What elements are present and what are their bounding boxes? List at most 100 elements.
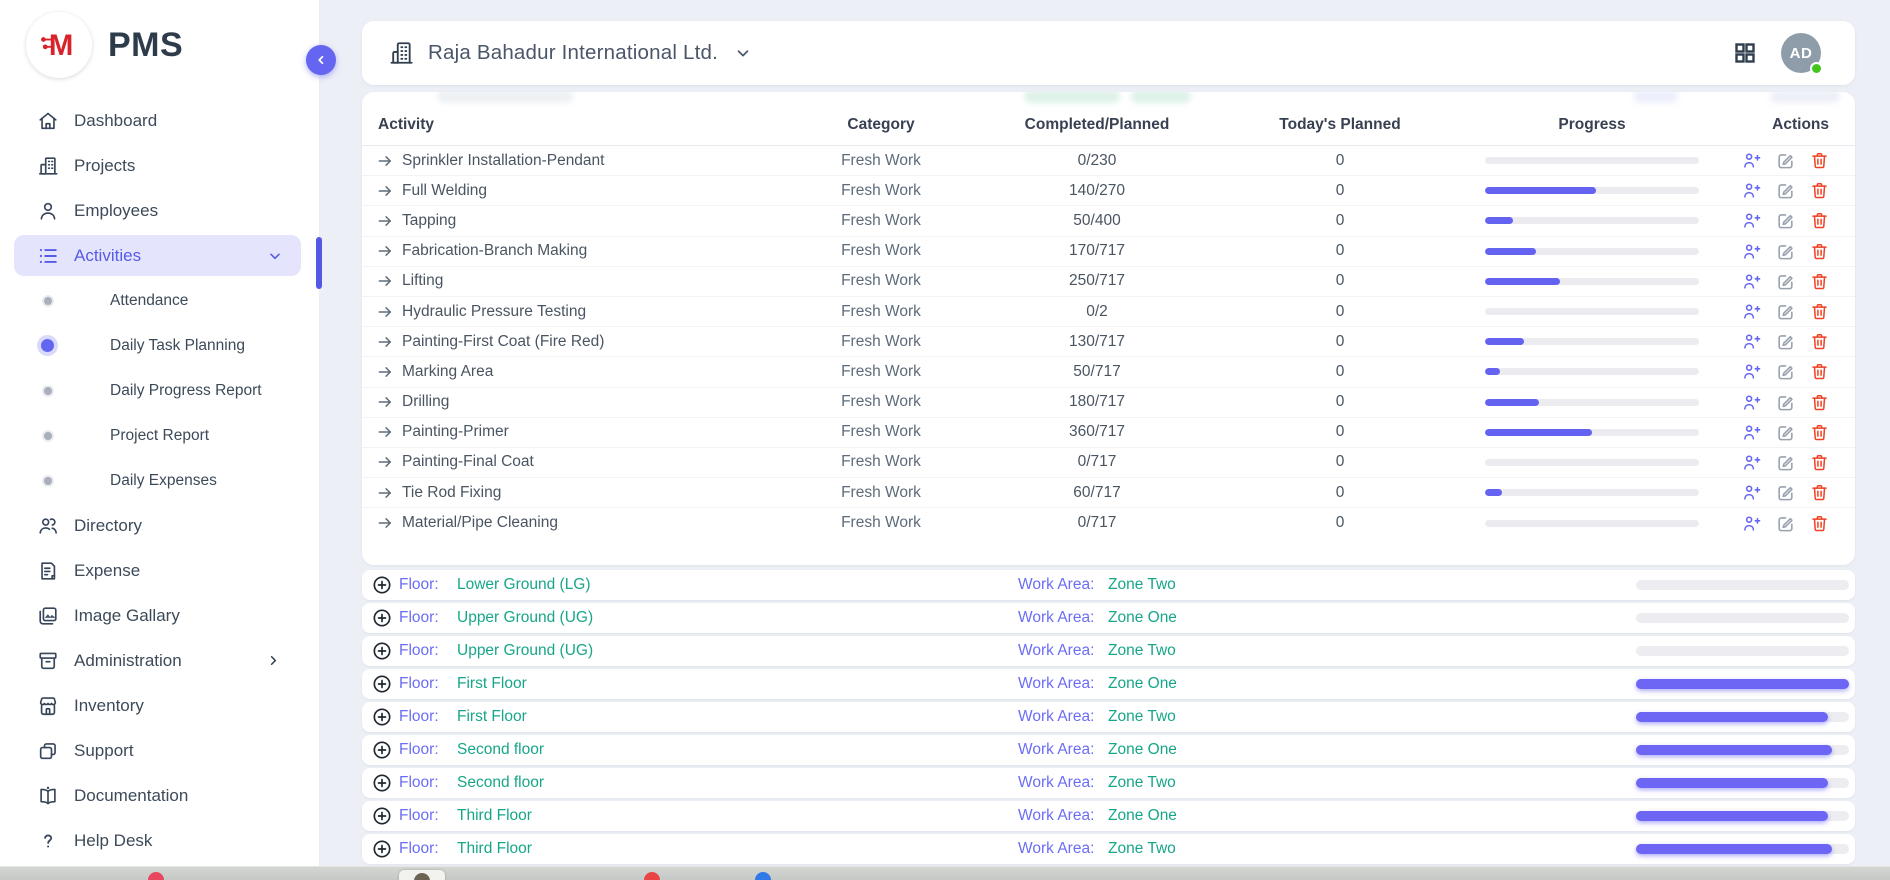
delete-icon[interactable] bbox=[1810, 393, 1829, 412]
edit-icon[interactable] bbox=[1776, 483, 1795, 502]
table-row: Tapping Fresh Work 50/400 0 bbox=[362, 206, 1855, 236]
todays-planned-cell: 0 bbox=[1206, 303, 1474, 321]
sidebar-item-support[interactable]: Support bbox=[0, 728, 319, 773]
sidebar-item-activities[interactable]: Activities bbox=[14, 235, 301, 276]
edit-icon[interactable] bbox=[1776, 272, 1795, 291]
edit-icon[interactable] bbox=[1776, 181, 1795, 200]
table-row: Fabrication-Branch Making Fresh Work 170… bbox=[362, 237, 1855, 267]
todays-planned-cell: 0 bbox=[1206, 242, 1474, 260]
edit-icon[interactable] bbox=[1776, 211, 1795, 230]
delete-icon[interactable] bbox=[1810, 423, 1829, 442]
sidebar-item-label: Support bbox=[74, 741, 134, 761]
dock-app-icon[interactable] bbox=[414, 873, 430, 880]
assign-user-icon[interactable] bbox=[1742, 362, 1761, 381]
delete-icon[interactable] bbox=[1810, 362, 1829, 381]
sidebar-subitem-project-report[interactable]: Project Report bbox=[0, 413, 319, 458]
todays-planned-cell: 0 bbox=[1206, 363, 1474, 381]
edit-icon[interactable] bbox=[1776, 332, 1795, 351]
assign-user-icon[interactable] bbox=[1742, 332, 1761, 351]
edit-icon[interactable] bbox=[1776, 362, 1795, 381]
topbar: Raja Bahadur International Ltd. AD bbox=[362, 21, 1855, 85]
delete-icon[interactable] bbox=[1810, 332, 1829, 351]
work-area-zone: Zone One bbox=[1108, 609, 1177, 627]
assign-user-icon[interactable] bbox=[1742, 393, 1761, 412]
floor-row: Floor: Third Floor Work Area: Zone Two bbox=[362, 834, 1855, 864]
edit-icon[interactable] bbox=[1776, 151, 1795, 170]
sidebar-item-dashboard[interactable]: Dashboard bbox=[0, 98, 319, 143]
delete-icon[interactable] bbox=[1810, 242, 1829, 261]
column-header-progress: Progress bbox=[1474, 116, 1710, 134]
book-icon bbox=[36, 784, 59, 807]
dock-dot-red-2[interactable] bbox=[644, 872, 660, 880]
progress-bar bbox=[1485, 429, 1699, 436]
assign-user-icon[interactable] bbox=[1742, 483, 1761, 502]
sidebar-item-inventory[interactable]: Inventory bbox=[0, 683, 319, 728]
assign-user-icon[interactable] bbox=[1742, 302, 1761, 321]
assign-user-icon[interactable] bbox=[1742, 272, 1761, 291]
sidebar-collapse-button[interactable] bbox=[306, 45, 336, 75]
receipt-icon bbox=[36, 559, 59, 582]
apps-grid-icon[interactable] bbox=[1733, 41, 1757, 65]
question-icon bbox=[36, 829, 59, 852]
edit-icon[interactable] bbox=[1776, 393, 1795, 412]
category-cell: Fresh Work bbox=[774, 514, 988, 532]
delete-icon[interactable] bbox=[1810, 181, 1829, 200]
delete-icon[interactable] bbox=[1810, 211, 1829, 230]
assign-user-icon[interactable] bbox=[1742, 453, 1761, 472]
sidebar-subitem-daily-task-planning[interactable]: Daily Task Planning bbox=[0, 323, 319, 368]
expand-plus-icon[interactable] bbox=[372, 707, 392, 727]
expand-plus-icon[interactable] bbox=[372, 773, 392, 793]
delete-icon[interactable] bbox=[1810, 514, 1829, 533]
expand-plus-icon[interactable] bbox=[372, 674, 392, 694]
expand-plus-icon[interactable] bbox=[372, 641, 392, 661]
completed-planned-cell: 0/717 bbox=[988, 514, 1206, 532]
system-taskbar[interactable] bbox=[0, 866, 1890, 880]
sidebar-subitem-attendance[interactable]: Attendance bbox=[0, 278, 319, 323]
dock-active-app-tile[interactable] bbox=[399, 870, 445, 880]
assign-user-icon[interactable] bbox=[1742, 181, 1761, 200]
edit-icon[interactable] bbox=[1776, 453, 1795, 472]
expand-plus-icon[interactable] bbox=[372, 575, 392, 595]
category-cell: Fresh Work bbox=[774, 242, 988, 260]
sidebar-item-image-gallary[interactable]: Image Gallary bbox=[0, 593, 319, 638]
assign-user-icon[interactable] bbox=[1742, 211, 1761, 230]
expand-plus-icon[interactable] bbox=[372, 608, 392, 628]
sidebar-item-projects[interactable]: Projects bbox=[0, 143, 319, 188]
assign-user-icon[interactable] bbox=[1742, 151, 1761, 170]
activity-name: Painting-Primer bbox=[402, 423, 509, 441]
sidebar-item-help-desk[interactable]: Help Desk bbox=[0, 818, 319, 863]
expand-plus-icon[interactable] bbox=[372, 806, 392, 826]
delete-icon[interactable] bbox=[1810, 151, 1829, 170]
sidebar-subitem-daily-expenses[interactable]: Daily Expenses bbox=[0, 458, 319, 503]
assign-user-icon[interactable] bbox=[1742, 242, 1761, 261]
delete-icon[interactable] bbox=[1810, 453, 1829, 472]
floor-progress-bar-fill bbox=[1636, 745, 1832, 755]
dock-dot-red-1[interactable] bbox=[148, 872, 164, 880]
edit-icon[interactable] bbox=[1776, 514, 1795, 533]
expand-plus-icon[interactable] bbox=[372, 740, 392, 760]
edit-icon[interactable] bbox=[1776, 423, 1795, 442]
company-dropdown-chevron-icon[interactable] bbox=[734, 44, 752, 62]
completed-planned-cell: 0/230 bbox=[988, 152, 1206, 170]
sidebar-item-expense[interactable]: Expense bbox=[0, 548, 319, 593]
expand-plus-icon[interactable] bbox=[372, 839, 392, 859]
dock-dot-blue[interactable] bbox=[755, 872, 771, 880]
sidebar-item-directory[interactable]: Directory bbox=[0, 503, 319, 548]
assign-user-icon[interactable] bbox=[1742, 423, 1761, 442]
sidebar-item-employees[interactable]: Employees bbox=[0, 188, 319, 233]
edit-icon[interactable] bbox=[1776, 242, 1795, 261]
sidebar-item-label: Expense bbox=[74, 561, 140, 581]
delete-icon[interactable] bbox=[1810, 483, 1829, 502]
floor-label: Floor: bbox=[399, 675, 451, 693]
progress-bar bbox=[1485, 187, 1699, 194]
assign-user-icon[interactable] bbox=[1742, 514, 1761, 533]
pms-logo-icon: M bbox=[26, 12, 92, 78]
todays-planned-cell: 0 bbox=[1206, 152, 1474, 170]
delete-icon[interactable] bbox=[1810, 302, 1829, 321]
sidebar-subitem-daily-progress-report[interactable]: Daily Progress Report bbox=[0, 368, 319, 413]
user-menu[interactable]: AD bbox=[1781, 33, 1821, 73]
sidebar-item-documentation[interactable]: Documentation bbox=[0, 773, 319, 818]
delete-icon[interactable] bbox=[1810, 272, 1829, 291]
edit-icon[interactable] bbox=[1776, 302, 1795, 321]
sidebar-item-administration[interactable]: Administration bbox=[0, 638, 319, 683]
